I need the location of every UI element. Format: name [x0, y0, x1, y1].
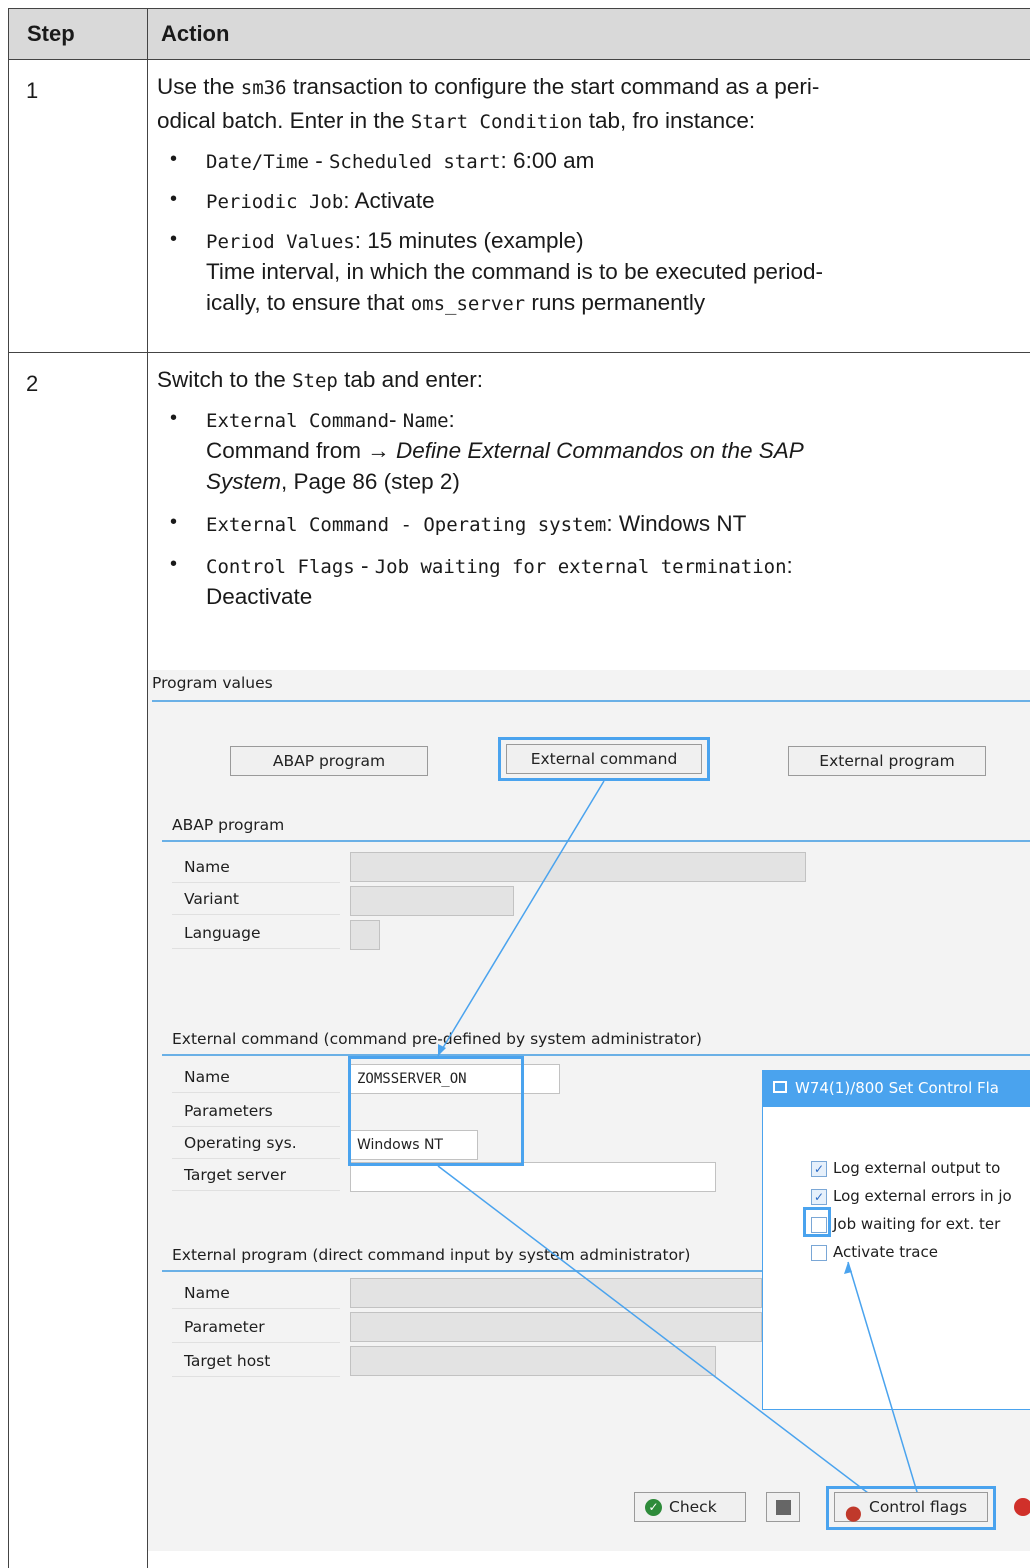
text-segment: Start Condition: [410, 111, 583, 133]
text-segment: External Command - Operating system: [206, 514, 607, 536]
bullet-icon: •: [170, 511, 178, 533]
text-segment: Define External Commandos on the SAP: [396, 438, 804, 463]
save-icon: [776, 1500, 791, 1515]
text-segment: Periodic Job: [206, 191, 344, 213]
text-segment: Job waiting for external termination: [374, 556, 787, 578]
text-segment: sm36: [240, 77, 287, 99]
text-segment: : Activate: [343, 188, 435, 213]
bullet-icon: •: [170, 553, 178, 575]
text-segment: Step: [292, 370, 338, 392]
text-line: External Command- Name:: [206, 404, 455, 437]
check-button[interactable]: ✓ Check: [634, 1492, 746, 1522]
bullet-icon: •: [170, 188, 178, 210]
text-line: System, Page 86 (step 2): [206, 466, 460, 497]
text-segment: , Page 86 (step 2): [281, 469, 460, 494]
text-segment: Control Flags: [206, 556, 355, 578]
text-segment: Period Values: [206, 231, 355, 253]
text-segment: : 6:00 am: [500, 148, 595, 173]
text-segment: Scheduled start: [328, 151, 501, 173]
sap-screenshot: Program values ABAP program External com…: [148, 670, 1030, 1551]
row-divider: [8, 352, 1030, 353]
text-segment: -: [354, 553, 375, 578]
text-segment: Use the: [157, 74, 241, 99]
text-segment: Time interval, in which the command is t…: [206, 259, 823, 284]
step-number-2: 2: [26, 371, 39, 396]
bullet-icon: •: [170, 148, 178, 170]
table-border-left: [8, 8, 9, 1568]
text-line: Command from → Define External Commandos…: [206, 435, 804, 466]
text-segment: oms_server: [410, 293, 526, 315]
text-line: odical batch. Enter in the Start Conditi…: [157, 105, 755, 138]
callout-arrows: [437, 780, 924, 1513]
control-flags-icon: ⬤: [845, 1504, 862, 1522]
bullet-icon: •: [170, 407, 178, 429]
text-line: Date/Time - Scheduled start: 6:00 am: [206, 145, 594, 178]
text-segment: ically, to ensure that: [206, 290, 411, 315]
text-segment: :: [448, 407, 455, 432]
text-line: Period Values: 15 minutes (example): [206, 225, 584, 258]
text-segment: System: [206, 469, 282, 494]
text-segment: transaction to configure the start comma…: [286, 74, 820, 99]
bullet-icon: •: [170, 228, 178, 250]
step-number-1: 1: [26, 78, 39, 103]
save-button[interactable]: [766, 1492, 800, 1522]
text-segment: runs permanently: [525, 290, 706, 315]
control-flags-button[interactable]: ⬤ Control flags: [834, 1492, 988, 1522]
text-line: Periodic Job: Activate: [206, 185, 435, 218]
text-line: Deactivate: [206, 581, 312, 612]
text-segment: tab and enter:: [337, 367, 483, 392]
check-icon: ✓: [645, 1499, 662, 1516]
text-segment: Date/Time: [206, 151, 309, 173]
text-segment: :: [786, 553, 793, 578]
text-segment: : Windows NT: [606, 511, 747, 536]
text-segment: -: [389, 407, 403, 432]
table-header: Step Action: [8, 8, 1030, 60]
text-segment: odical batch. Enter in the: [157, 108, 411, 133]
text-segment: Switch to the: [157, 367, 293, 392]
text-line: Control Flags - Job waiting for external…: [206, 550, 793, 583]
cancel-icon[interactable]: [1014, 1498, 1030, 1516]
header-step: Step: [27, 21, 75, 46]
text-segment: tab, fro instance:: [582, 108, 756, 133]
text-line: Switch to the Step tab and enter:: [157, 364, 483, 397]
text-line: Use the sm36 transaction to configure th…: [157, 71, 819, 104]
text-segment: External Command: [206, 410, 390, 432]
text-segment: : 15 minutes (example): [354, 228, 584, 253]
text-segment: -: [308, 148, 329, 173]
header-action: Action: [161, 21, 230, 46]
text-segment: Name: [402, 410, 449, 432]
text-line: External Command - Operating system: Win…: [206, 508, 746, 541]
text-line: Time interval, in which the command is t…: [206, 256, 823, 287]
text-segment: Deactivate: [206, 584, 313, 609]
text-segment: Command from →: [206, 438, 397, 463]
text-line: ically, to ensure that oms_server runs p…: [206, 287, 705, 320]
